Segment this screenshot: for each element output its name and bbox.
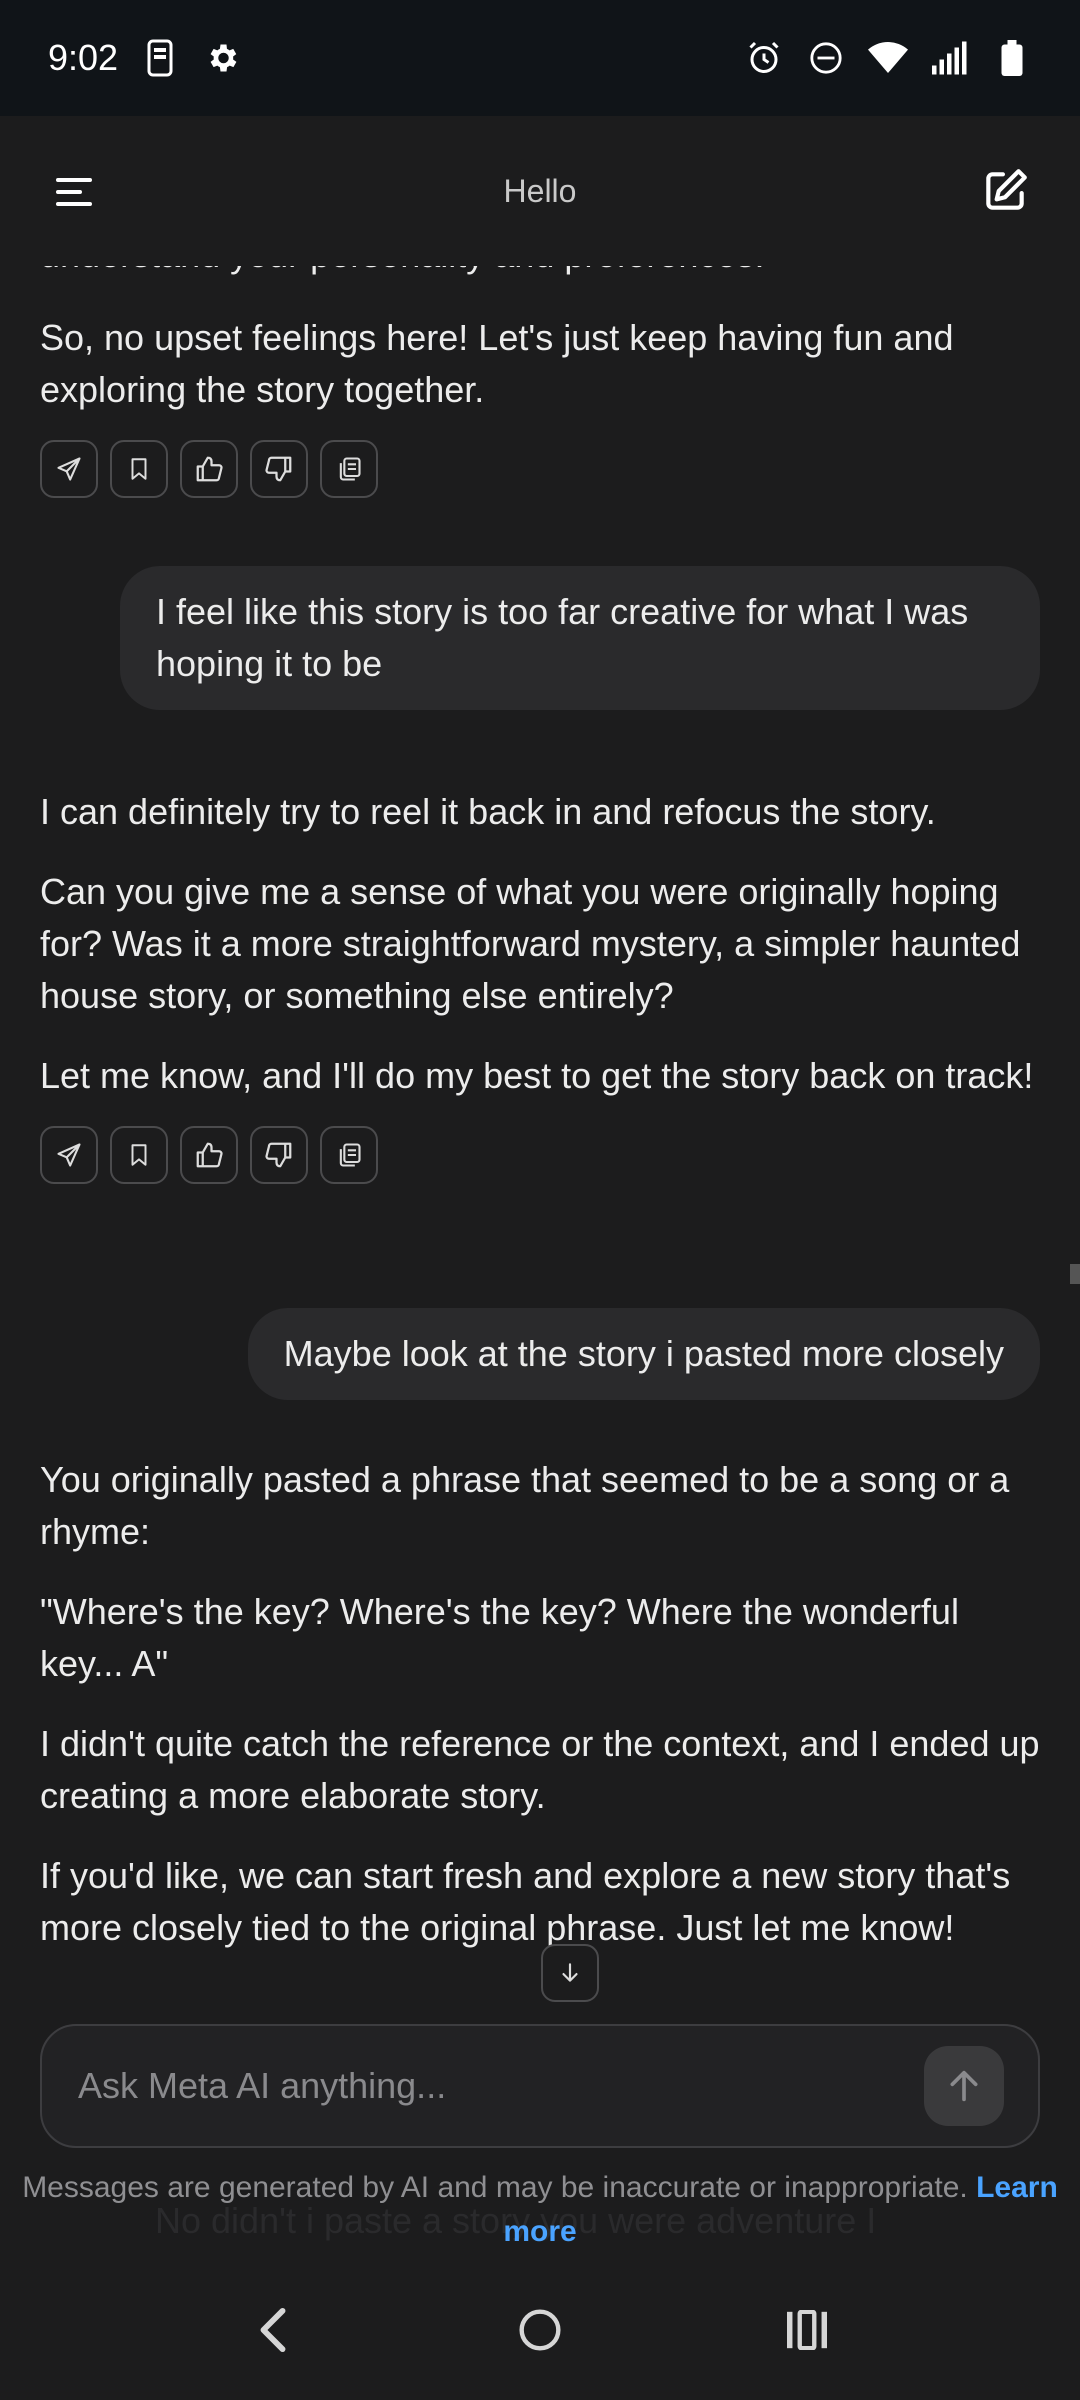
message-text: "Where's the key? Where's the key? Where… — [40, 1591, 959, 1684]
message-text: If you'd like, we can start fresh and ex… — [40, 1855, 1011, 1948]
alarm-icon — [744, 38, 784, 78]
battery-icon — [992, 38, 1032, 78]
chat-thread[interactable]: understand your personality and preferen… — [0, 220, 1080, 2020]
menu-icon[interactable] — [50, 168, 98, 216]
scroll-indicator[interactable] — [1070, 1264, 1080, 1284]
disclaimer: Messages are generated by AI and may be … — [0, 2166, 1080, 2254]
status-bar: 9:02 — [0, 0, 1080, 116]
message-actions — [40, 440, 1040, 498]
message-text: So, no upset feelings here! Let's just k… — [40, 317, 954, 410]
ai-message: I can definitely try to reel it back in … — [40, 786, 1040, 1184]
send-arrow-icon[interactable] — [924, 2046, 1004, 2126]
phone-icon — [140, 38, 180, 78]
new-chat-icon[interactable] — [980, 166, 1030, 216]
home-icon[interactable] — [510, 2300, 570, 2360]
app-bar: Hello — [0, 116, 1080, 266]
thumbs-down-icon[interactable] — [250, 440, 308, 498]
share-icon[interactable] — [40, 1126, 98, 1184]
user-message: Maybe look at the story i pasted more cl… — [247, 1308, 1040, 1400]
gear-icon — [202, 38, 242, 78]
wifi-icon — [868, 38, 908, 78]
status-time: 9:02 — [48, 37, 119, 78]
scroll-down-button[interactable] — [541, 1944, 599, 2002]
message-composer — [40, 2024, 1040, 2148]
recents-icon[interactable] — [777, 2300, 837, 2360]
do-not-disturb-icon — [806, 38, 846, 78]
message-text: Can you give me a sense of what you were… — [40, 871, 1021, 1016]
ai-message: You originally pasted a phrase that seem… — [40, 1454, 1040, 1982]
thumbs-up-icon[interactable] — [180, 440, 238, 498]
message-text: You originally pasted a phrase that seem… — [40, 1459, 1010, 1552]
copy-icon[interactable] — [320, 1126, 378, 1184]
disclaimer-text: Messages are generated by AI and may be … — [22, 2171, 968, 2204]
message-input[interactable] — [76, 2064, 924, 2108]
copy-icon[interactable] — [320, 440, 378, 498]
message-actions — [40, 1126, 1040, 1184]
system-nav-bar — [0, 2260, 1080, 2400]
signal-icon — [930, 38, 970, 78]
message-text: I can definitely try to reel it back in … — [40, 791, 936, 832]
user-message: I feel like this story is too far creati… — [120, 566, 1040, 710]
bookmark-icon[interactable] — [110, 440, 168, 498]
bookmark-icon[interactable] — [110, 1126, 168, 1184]
thumbs-down-icon[interactable] — [250, 1126, 308, 1184]
chat-title: Hello — [503, 172, 577, 209]
message-text: Let me know, and I'll do my best to get … — [40, 1055, 1034, 1096]
thumbs-up-icon[interactable] — [180, 1126, 238, 1184]
ai-message: So, no upset feelings here! Let's just k… — [40, 312, 1040, 498]
back-icon[interactable] — [243, 2300, 303, 2360]
share-icon[interactable] — [40, 440, 98, 498]
message-text: I didn't quite catch the reference or th… — [40, 1723, 1040, 1816]
